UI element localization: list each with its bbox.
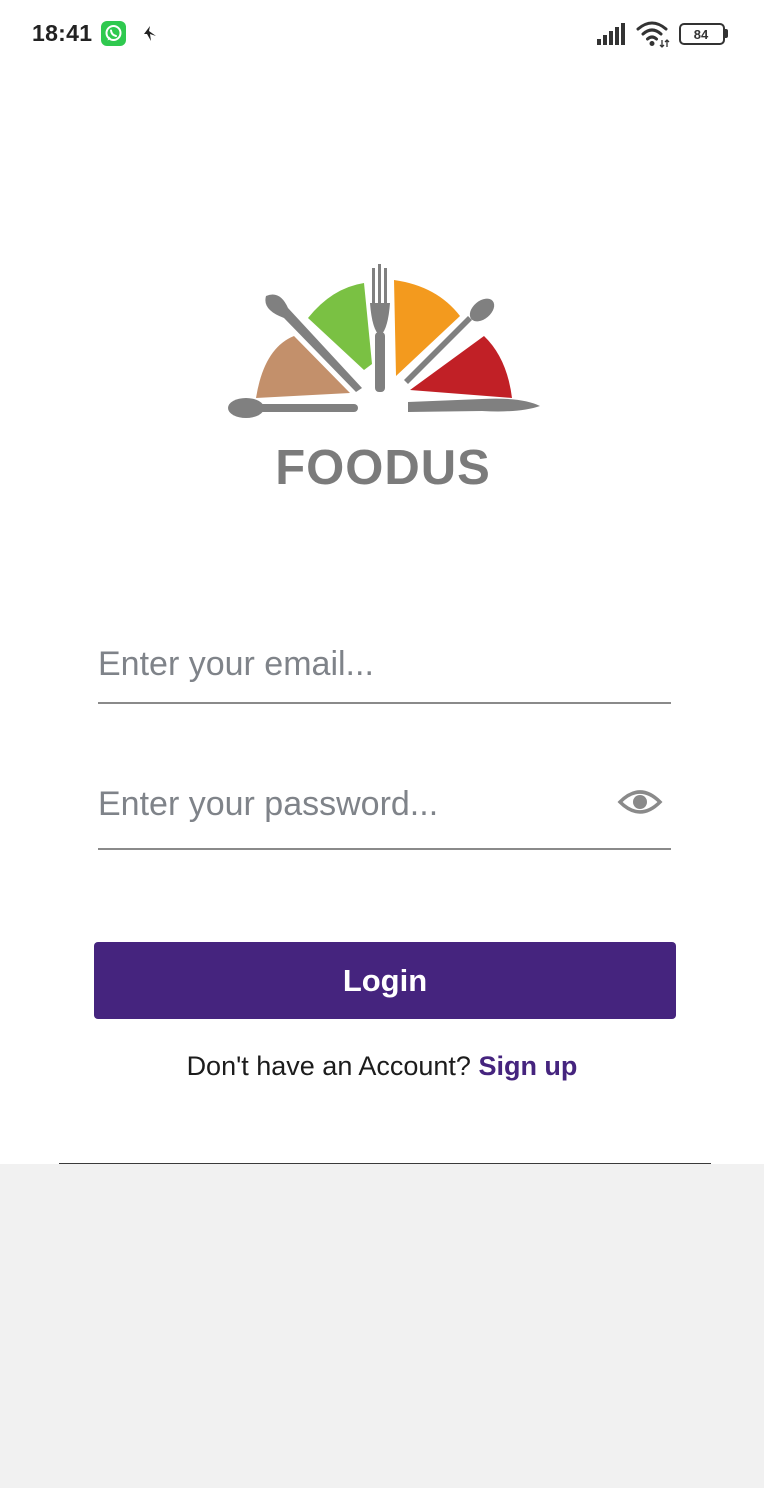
battery-icon: 84 — [679, 23, 729, 45]
password-field-container — [98, 766, 671, 850]
battery-cap — [725, 29, 728, 38]
bottom-empty-area — [0, 1164, 764, 1488]
signup-link[interactable]: Sign up — [478, 1051, 577, 1081]
eye-icon[interactable] — [617, 784, 663, 820]
whatsapp-icon — [101, 21, 126, 46]
login-button[interactable]: Login — [94, 942, 676, 1019]
signup-prompt: Don't have an Account? — [186, 1051, 471, 1081]
status-bar: 18:41 84 — [0, 0, 764, 70]
bottom-divider — [59, 1163, 711, 1164]
email-input[interactable] — [98, 640, 598, 688]
password-input[interactable] — [98, 780, 598, 828]
wifi-icon — [636, 20, 670, 48]
email-field-container — [98, 626, 671, 704]
status-time: 18:41 — [32, 20, 93, 46]
battery-level: 84 — [693, 27, 709, 42]
battery-body: 84 — [679, 23, 725, 45]
logo-text: FOODUS — [275, 441, 491, 495]
login-screen: 18:41 84 FOODUS Enter your email... Logi… — [0, 0, 764, 1488]
signal-icon — [596, 22, 628, 46]
signup-row: Don't have an Account? Sign up — [0, 1051, 764, 1082]
bird-icon — [140, 22, 160, 44]
foodus-logo: FOODUS — [222, 258, 544, 498]
